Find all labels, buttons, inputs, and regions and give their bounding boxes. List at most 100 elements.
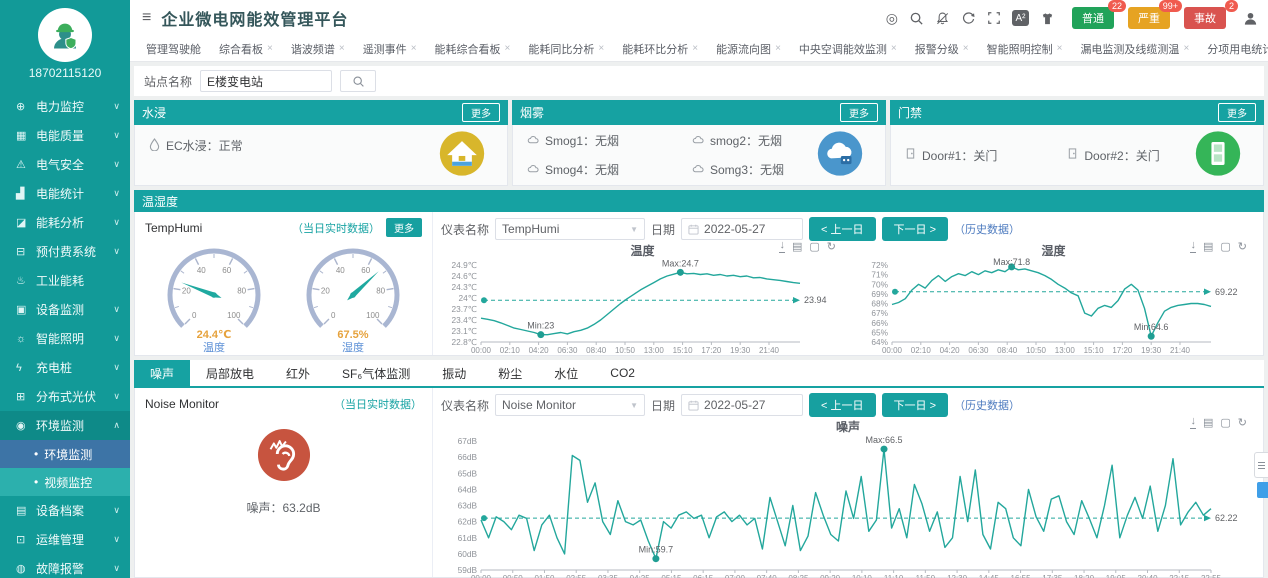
download-icon[interactable]: ↓ (779, 240, 785, 253)
nav-tab[interactable]: 能耗同比分析× (520, 38, 612, 60)
sidebar-item[interactable]: ⊞分布式光伏∨ (0, 382, 130, 411)
restore-icon[interactable]: ▢ (1220, 416, 1230, 429)
smart-lighting-icon: ☼ (16, 333, 36, 345)
data-view-icon[interactable]: ▤ (1203, 416, 1213, 429)
next-day-button[interactable]: 下一日 > (882, 393, 948, 417)
sidebar-item[interactable]: ⚠电气安全∨ (0, 150, 130, 179)
smoke-item-icon (692, 163, 704, 177)
sidebar-item[interactable]: ▤设备档案∨ (0, 496, 130, 525)
sidebar-item[interactable]: ⊟预付费系统∨ (0, 237, 130, 266)
chart-refresh-icon[interactable]: ↻ (1238, 416, 1247, 429)
close-tab-icon[interactable]: × (598, 43, 604, 54)
data-view-icon[interactable]: ▤ (792, 240, 802, 253)
sidebar-item[interactable]: ◉环境监测∧ (0, 411, 130, 440)
nav-tab[interactable]: 报警分级× (907, 38, 977, 60)
env-tab[interactable]: 振动 (426, 360, 482, 386)
water-more-button[interactable]: 更多 (462, 103, 500, 122)
smoke-more-button[interactable]: 更多 (840, 103, 878, 122)
nav-tab[interactable]: 谐波频谱× (283, 38, 353, 60)
nav-tab[interactable]: 能源流向图× (708, 38, 789, 60)
sidebar-item[interactable]: ☼智能照明∨ (0, 324, 130, 353)
alarm-level-button[interactable]: 事故2 (1184, 7, 1226, 29)
nav-tab[interactable]: 综合看板× (211, 38, 281, 60)
side-drawer-handle[interactable] (1254, 452, 1268, 478)
restore-icon[interactable]: ▢ (1220, 240, 1230, 253)
env-tab[interactable]: 局部放电 (190, 360, 270, 386)
alarm-level-button[interactable]: 严重99+ (1128, 7, 1170, 29)
temphumi-controls: 仪表名称 TempHumi▼ 日期 2022-05-27 < 上一日 下一日 > (441, 216, 1255, 242)
close-tab-icon[interactable]: × (505, 43, 511, 54)
chart-refresh-icon[interactable]: ↻ (827, 240, 836, 253)
sidebar-item[interactable]: ♨工业能耗 (0, 266, 130, 295)
prepaid-system-icon: ⊟ (16, 245, 36, 258)
font-size-icon[interactable]: A² (1012, 10, 1029, 26)
close-tab-icon[interactable]: × (411, 43, 417, 54)
svg-text:72%: 72% (871, 260, 888, 270)
nav-tab[interactable]: 能耗综合看板× (427, 38, 519, 60)
hamburger-icon[interactable]: ≡ (142, 9, 151, 27)
site-search-button[interactable] (340, 70, 376, 92)
nav-tab[interactable]: 分项用电统计× (1199, 38, 1268, 60)
prev-day-button[interactable]: < 上一日 (809, 217, 875, 241)
refresh-icon[interactable] (961, 11, 976, 26)
nav-tab[interactable]: 漏电监测及线缆测温× (1072, 38, 1197, 60)
close-tab-icon[interactable]: × (692, 43, 698, 54)
user-icon[interactable] (1243, 11, 1258, 25)
nav-tab[interactable]: 管理驾驶舱 (138, 38, 209, 60)
temphumi-more-button[interactable]: 更多 (386, 218, 422, 237)
door-more-button[interactable]: 更多 (1218, 103, 1256, 122)
env-tab[interactable]: SF₆气体监测 (326, 360, 426, 386)
sensor-status-item: Door#2：关门 (1067, 147, 1159, 164)
sidebar-item[interactable]: ϟ充电桩∨ (0, 353, 130, 382)
date-picker[interactable]: 2022-05-27 (681, 218, 803, 240)
download-icon[interactable]: ↓ (1190, 240, 1196, 253)
sidebar-item[interactable]: ▣设备监测∨ (0, 295, 130, 324)
close-tab-icon[interactable]: × (775, 43, 781, 54)
env-tab[interactable]: 红外 (270, 360, 326, 386)
sidebar-item[interactable]: ▦电能质量∨ (0, 121, 130, 150)
sidebar-item[interactable]: ⊡运维管理∨ (0, 525, 130, 554)
nav-tab[interactable]: 中央空调能效监测× (791, 38, 905, 60)
nav-tab-label: 能耗环比分析 (622, 41, 688, 57)
close-tab-icon[interactable]: × (891, 43, 897, 54)
site-name-input[interactable] (200, 70, 332, 92)
sidebar-item[interactable]: ◍故障报警∨ (0, 554, 130, 578)
close-tab-icon[interactable]: × (1057, 43, 1063, 54)
env-tab[interactable]: CO2 (594, 360, 651, 386)
download-icon[interactable]: ↓ (1190, 416, 1196, 429)
edge-toggle[interactable] (1257, 482, 1268, 498)
sidebar-item[interactable]: ▟电能统计∨ (0, 179, 130, 208)
chart-refresh-icon[interactable]: ↻ (1238, 240, 1247, 253)
meter-select[interactable]: Noise Monitor▼ (495, 394, 645, 416)
svg-text:01:50: 01:50 (534, 574, 555, 578)
env-tab[interactable]: 粉尘 (482, 360, 538, 386)
close-tab-icon[interactable]: × (963, 43, 969, 54)
prev-day-button[interactable]: < 上一日 (809, 393, 875, 417)
close-tab-icon[interactable]: × (267, 43, 273, 54)
next-day-button[interactable]: 下一日 > (882, 217, 948, 241)
sidebar-item[interactable]: ⊕电力监控∨ (0, 92, 130, 121)
nav-tab[interactable]: 能耗环比分析 × (614, 38, 706, 60)
meter-select[interactable]: TempHumi▼ (495, 218, 645, 240)
target-icon[interactable]: ◎ (886, 10, 898, 27)
alarm-level-button[interactable]: 普通22 (1072, 7, 1114, 29)
nav-tab[interactable]: 智能照明控制× (979, 38, 1071, 60)
env-tab[interactable]: 噪声 (134, 360, 190, 386)
noise-realtime-card: Noise Monitor （当日实时数据） 噪声：63.2dB (135, 388, 433, 577)
close-tab-icon[interactable]: × (339, 43, 345, 54)
data-view-icon[interactable]: ▤ (1203, 240, 1213, 253)
sidebar-subitem[interactable]: •环境监测 (0, 440, 130, 468)
close-tab-icon[interactable]: × (1183, 43, 1189, 54)
notification-off-icon[interactable] (935, 11, 950, 26)
date-picker[interactable]: 2022-05-27 (681, 394, 803, 416)
env-tab[interactable]: 水位 (538, 360, 594, 386)
theme-icon[interactable] (1040, 12, 1055, 25)
fullscreen-icon[interactable] (987, 11, 1001, 25)
sidebar-subitem[interactable]: •视频监控 (0, 468, 130, 496)
nav-tab[interactable]: 遥测事件× (355, 38, 425, 60)
svg-text:62dB: 62dB (458, 517, 478, 527)
restore-icon[interactable]: ▢ (809, 240, 819, 253)
sidebar-item[interactable]: ◪能耗分析∨ (0, 208, 130, 237)
svg-text:04:25: 04:25 (630, 574, 651, 578)
search-icon[interactable] (909, 11, 924, 26)
